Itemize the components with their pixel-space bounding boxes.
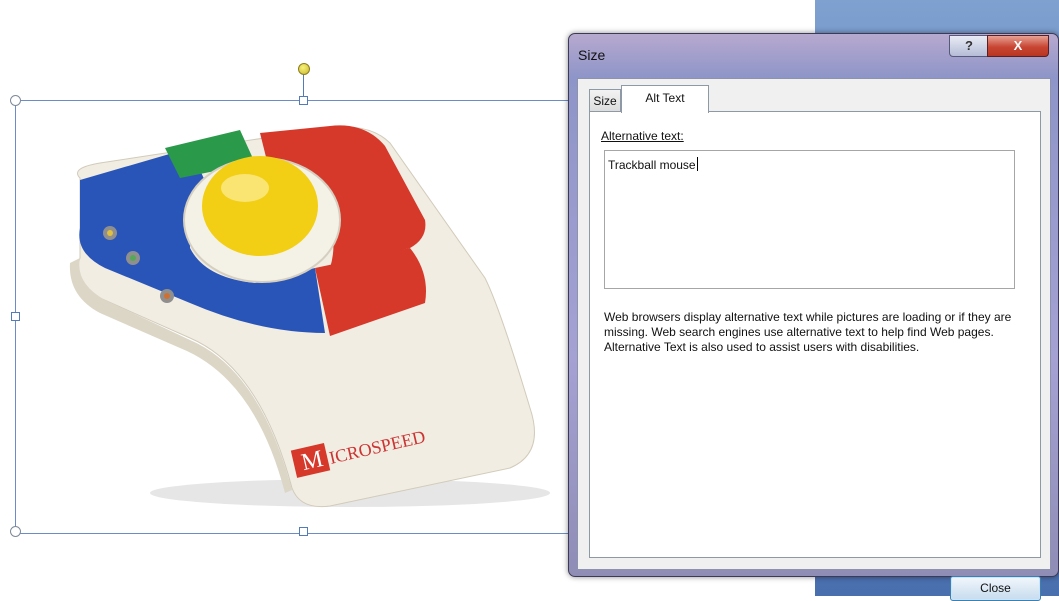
alt-text-value: Trackball mouse [608, 158, 696, 172]
trackball-mouse-picture: M ICROSPEED [69, 125, 550, 508]
alt-text-label-text: Alternative text: [601, 129, 684, 143]
alt-text-input[interactable]: Trackball mouse [604, 150, 1015, 289]
close-button[interactable]: Close [950, 576, 1041, 601]
alt-text-label: Alternative text: [601, 129, 684, 143]
close-icon[interactable]: X [987, 35, 1049, 57]
rotate-handle-icon[interactable] [298, 63, 310, 75]
help-icon[interactable]: ? [949, 35, 989, 57]
tab-alt-text[interactable]: Alt Text [621, 85, 709, 113]
rotate-connector [303, 72, 304, 99]
resize-handle-top-left[interactable] [10, 95, 21, 106]
text-caret [696, 157, 698, 171]
size-dialog: Size ? X Size Alt Text Alternative text:… [568, 33, 1059, 601]
resize-handle-bottom[interactable] [299, 527, 308, 536]
alt-text-description: Web browsers display alternative text wh… [604, 310, 1012, 354]
dialog-title: Size [578, 47, 606, 63]
tab-size[interactable]: Size [589, 89, 621, 112]
resize-handle-top[interactable] [299, 96, 308, 105]
resize-handle-left[interactable] [11, 312, 20, 321]
resize-handle-bottom-left[interactable] [10, 526, 21, 537]
dialog-body: Size Alt Text Alternative text: Trackbal… [577, 78, 1051, 601]
